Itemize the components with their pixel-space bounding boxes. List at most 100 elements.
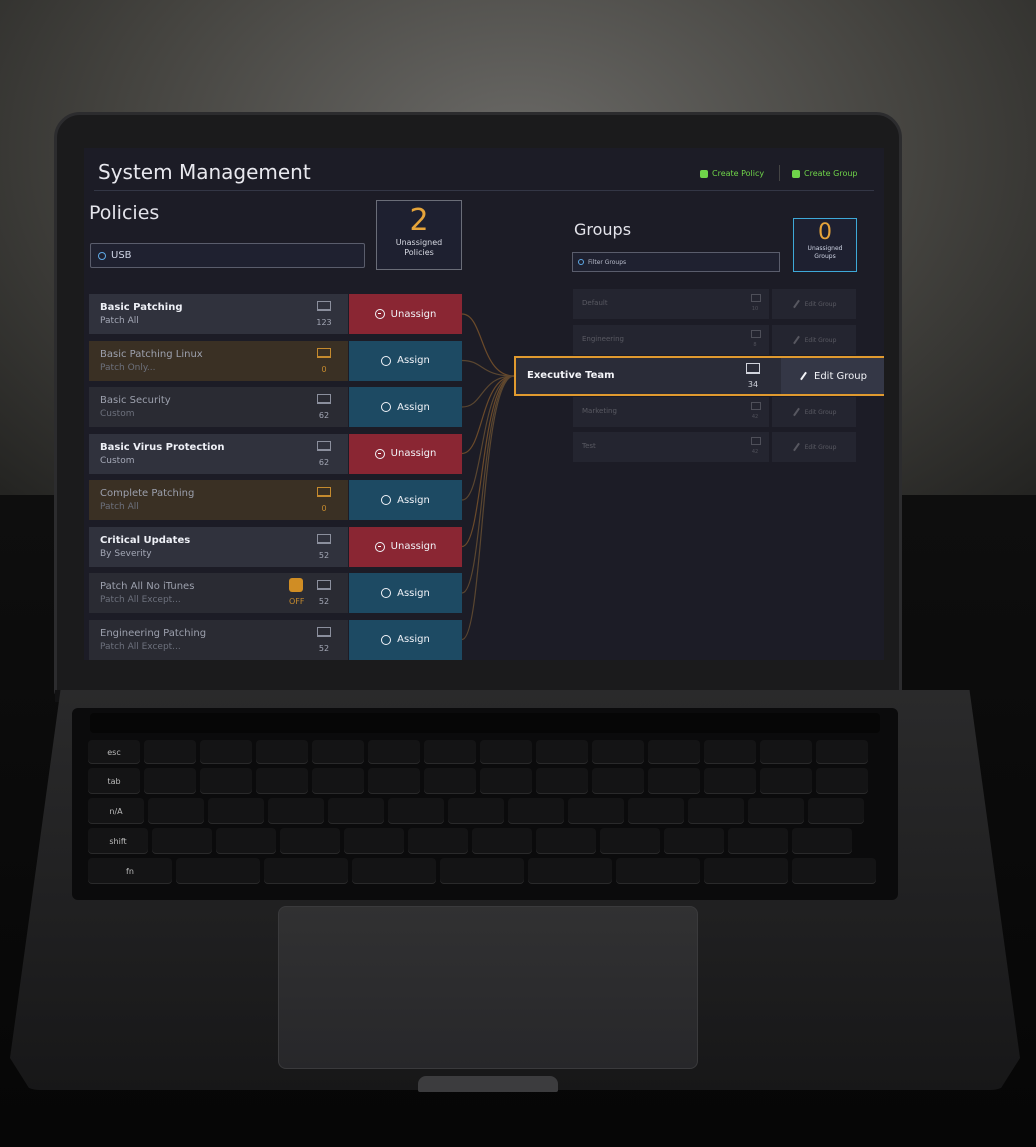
- edit-group-button[interactable]: Edit Group: [772, 289, 856, 319]
- selected-group-count: 34: [747, 380, 759, 389]
- keyboard-key: [352, 858, 436, 884]
- keyboard-key: [148, 798, 204, 824]
- keyboard-key: [600, 828, 660, 854]
- keyboard-key: [208, 798, 264, 824]
- keyboard-key: [144, 740, 196, 764]
- search-icon: [578, 259, 584, 265]
- keyboard-key: [816, 768, 868, 794]
- keyboard-key: [280, 828, 340, 854]
- keyboard-key: [216, 828, 276, 854]
- keyboard-key: [648, 740, 700, 764]
- laptop-icon: [751, 294, 761, 302]
- edit-group-label: Edit Group: [804, 408, 837, 416]
- keyboard-key: [616, 858, 700, 884]
- connector-line: [461, 375, 515, 501]
- pencil-icon: [792, 442, 800, 452]
- keyboard-key: [592, 768, 644, 794]
- group-name: Engineering: [582, 335, 624, 343]
- selected-group-row[interactable]: Executive Team 34 Edit Group: [514, 356, 884, 396]
- edit-group-label: Edit Group: [814, 370, 867, 382]
- group-row[interactable]: Engineering 8 Edit Group: [573, 325, 856, 355]
- keyboard-key: [368, 740, 420, 764]
- keyboard-key: [792, 828, 852, 854]
- groups-heading: Groups: [574, 220, 632, 239]
- keyboard-key: [144, 768, 196, 794]
- laptop-screen: System Management Create Policy Create G…: [84, 148, 884, 660]
- edit-group-label: Edit Group: [804, 443, 837, 451]
- keyboard-key: [792, 858, 876, 884]
- unassigned-groups-counter[interactable]: 0 Unassigned Groups: [793, 218, 857, 272]
- keyboard-key: [568, 798, 624, 824]
- keyboard-key: [440, 858, 524, 884]
- group-body: Marketing 42: [573, 397, 769, 427]
- group-filter-input[interactable]: [588, 258, 768, 266]
- connector-line: [461, 375, 515, 594]
- keyboard-key: [808, 798, 864, 824]
- edit-group-label: Edit Group: [804, 336, 837, 344]
- keyboard-key: tab: [88, 768, 140, 794]
- pencil-icon: [792, 299, 800, 309]
- unassigned-groups-label-2: Groups: [814, 253, 836, 260]
- keyboard-key: [508, 798, 564, 824]
- keyboard-key: [728, 828, 788, 854]
- touch-bar: [90, 713, 880, 733]
- group-row[interactable]: Marketing 42 Edit Group: [573, 397, 856, 427]
- keyboard-key: [748, 798, 804, 824]
- group-row[interactable]: Default 10 Edit Group: [573, 289, 856, 319]
- keyboard-key: [528, 858, 612, 884]
- edit-group-button[interactable]: Edit Group: [772, 325, 856, 355]
- selected-group-name: Executive Team: [527, 370, 615, 381]
- keyboard-key: [664, 828, 724, 854]
- keyboard-key: [704, 768, 756, 794]
- edit-group-label: Edit Group: [804, 300, 837, 308]
- keyboard-key: [760, 740, 812, 764]
- keyboard-key: [200, 740, 252, 764]
- group-device-count: 42: [751, 414, 759, 420]
- connector-line: [461, 359, 515, 377]
- keyboard-key: [256, 768, 308, 794]
- group-name: Test: [582, 442, 596, 450]
- keyboard-key: [648, 768, 700, 794]
- keyboard-key: [536, 768, 588, 794]
- edit-group-button[interactable]: Edit Group: [781, 358, 884, 394]
- edit-group-button[interactable]: Edit Group: [772, 397, 856, 427]
- keyboard-key: [424, 768, 476, 794]
- keyboard-key: esc: [88, 740, 140, 764]
- keyboard-key: [264, 858, 348, 884]
- group-filter[interactable]: [572, 252, 780, 272]
- group-device-count: 10: [751, 306, 759, 312]
- keyboard-key: [472, 828, 532, 854]
- keyboard-key: [592, 740, 644, 764]
- keyboard-key: [424, 740, 476, 764]
- unassigned-groups-count: 0: [818, 220, 832, 245]
- group-body: Test 42: [573, 432, 769, 462]
- pencil-icon: [792, 335, 800, 345]
- keyboard-key: n/A: [88, 798, 144, 824]
- keyboard-key: [448, 798, 504, 824]
- connector-line: [461, 375, 515, 455]
- keyboard-key: [328, 798, 384, 824]
- edit-group-button[interactable]: Edit Group: [772, 432, 856, 462]
- keyboard-key: [176, 858, 260, 884]
- keyboard-key: [312, 768, 364, 794]
- trackpad: [278, 906, 698, 1069]
- group-body: Engineering 8: [573, 325, 769, 355]
- keyboard-key: [480, 768, 532, 794]
- group-row[interactable]: Test 42 Edit Group: [573, 432, 856, 462]
- keyboard-key: [388, 798, 444, 824]
- keyboard-key: [152, 828, 212, 854]
- group-device-count: 42: [751, 449, 759, 455]
- lid-notch: [418, 1076, 558, 1092]
- keyboard-key: [688, 798, 744, 824]
- pencil-icon: [792, 407, 800, 417]
- group-name: Default: [582, 299, 608, 307]
- keyboard-key: [536, 828, 596, 854]
- keyboard-key: [628, 798, 684, 824]
- laptop-icon: [751, 402, 761, 410]
- keyboard-key: [816, 740, 868, 764]
- keyboard-key: [704, 740, 756, 764]
- keyboard-key: [480, 740, 532, 764]
- keyboard-key: [200, 768, 252, 794]
- laptop-icon: [746, 363, 760, 374]
- group-body: Default 10: [573, 289, 769, 319]
